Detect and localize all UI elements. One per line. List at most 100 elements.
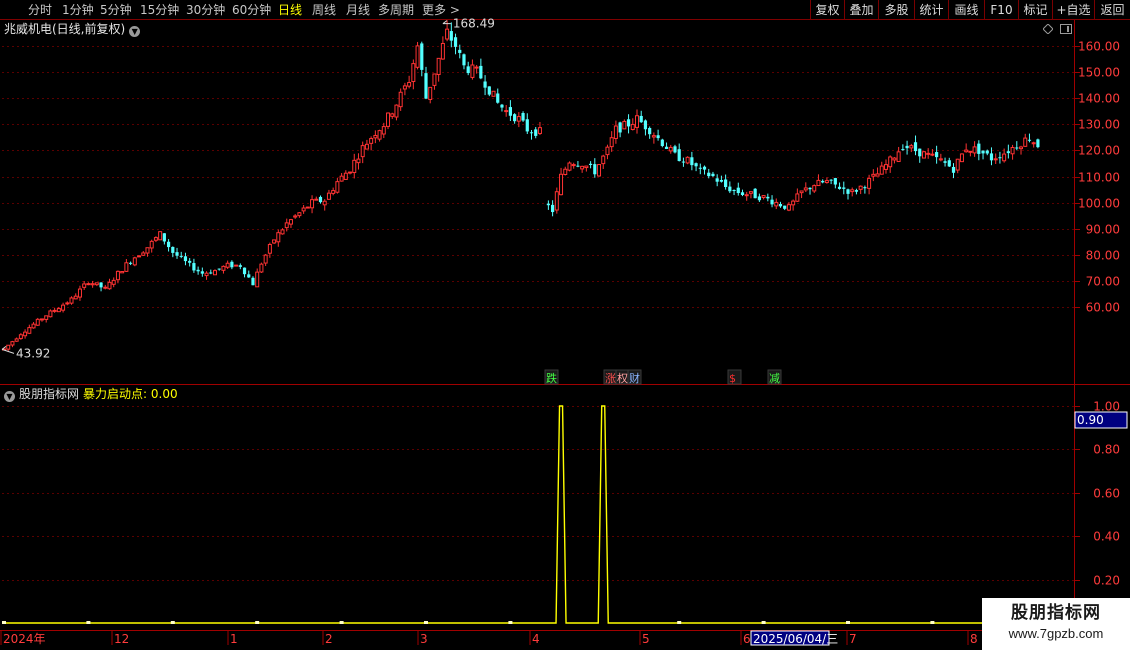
- candle[interactable]: [529, 129, 534, 140]
- candle[interactable]: [1031, 141, 1036, 148]
- candle[interactable]: [407, 75, 412, 89]
- candle[interactable]: [318, 195, 323, 204]
- candle[interactable]: [335, 178, 340, 194]
- candle[interactable]: [381, 122, 386, 139]
- candle[interactable]: [778, 201, 783, 208]
- candle[interactable]: [276, 229, 281, 247]
- candle[interactable]: [288, 218, 293, 228]
- candle[interactable]: [247, 270, 251, 278]
- candle[interactable]: [188, 258, 192, 267]
- candle[interactable]: [398, 88, 403, 111]
- candle[interactable]: [420, 41, 424, 77]
- candle[interactable]: [432, 73, 437, 90]
- candle[interactable]: [213, 269, 217, 276]
- candle[interactable]: [774, 198, 779, 210]
- candle[interactable]: [263, 254, 268, 266]
- candle[interactable]: [918, 148, 922, 163]
- candle[interactable]: [837, 182, 842, 190]
- candle[interactable]: [326, 189, 331, 200]
- candle[interactable]: [673, 144, 677, 154]
- candle[interactable]: [601, 154, 606, 170]
- candle[interactable]: [500, 103, 504, 112]
- candle[interactable]: [364, 139, 369, 150]
- candle[interactable]: [415, 41, 420, 70]
- candle[interactable]: [272, 239, 277, 245]
- candle[interactable]: [943, 157, 947, 167]
- candle[interactable]: [863, 185, 867, 194]
- candle[interactable]: [322, 199, 327, 211]
- candle[interactable]: [981, 150, 985, 160]
- candle[interactable]: [1027, 133, 1032, 143]
- candle[interactable]: [120, 271, 125, 274]
- candle[interactable]: [803, 182, 808, 193]
- candle[interactable]: [947, 157, 951, 167]
- candle[interactable]: [537, 121, 542, 136]
- candle[interactable]: [854, 188, 859, 195]
- candle[interactable]: [613, 120, 618, 144]
- candle[interactable]: [753, 188, 757, 199]
- candle[interactable]: [660, 138, 664, 148]
- candle[interactable]: [65, 301, 70, 306]
- candle[interactable]: [977, 140, 981, 161]
- candle[interactable]: [77, 285, 82, 301]
- candle[interactable]: [783, 205, 787, 211]
- candle[interactable]: [955, 158, 960, 174]
- candle[interactable]: [297, 212, 302, 218]
- candle[interactable]: [926, 148, 931, 159]
- candle[interactable]: [951, 163, 956, 179]
- candle[interactable]: [390, 112, 395, 119]
- candle[interactable]: [402, 82, 407, 96]
- candle[interactable]: [681, 157, 686, 167]
- candle[interactable]: [48, 309, 53, 318]
- candle[interactable]: [812, 184, 817, 194]
- candle[interactable]: [643, 119, 648, 136]
- candle[interactable]: [479, 58, 483, 80]
- candle[interactable]: [293, 214, 298, 219]
- candle[interactable]: [846, 188, 850, 200]
- signal-label[interactable]: 涨: [605, 372, 616, 385]
- candle[interactable]: [824, 177, 829, 184]
- candle[interactable]: [913, 135, 918, 156]
- candle[interactable]: [626, 114, 631, 134]
- candle[interactable]: [799, 190, 804, 199]
- candle[interactable]: [6, 344, 11, 352]
- candle[interactable]: [339, 173, 344, 182]
- candle[interactable]: [597, 164, 602, 177]
- candle[interactable]: [221, 265, 226, 274]
- candle[interactable]: [630, 118, 635, 131]
- chevron-down-icon[interactable]: ▼: [4, 391, 15, 402]
- candle[interactable]: [149, 239, 154, 253]
- candle[interactable]: [563, 166, 568, 176]
- candle[interactable]: [18, 333, 23, 340]
- candle[interactable]: [770, 195, 774, 208]
- candle[interactable]: [487, 86, 491, 97]
- candle[interactable]: [356, 153, 361, 170]
- kline-chart[interactable]: 60.0070.0080.0090.00100.00110.00120.0013…: [0, 0, 1130, 650]
- candle[interactable]: [360, 141, 365, 164]
- candle[interactable]: [10, 340, 15, 348]
- candle[interactable]: [677, 143, 681, 162]
- candle[interactable]: [719, 175, 723, 183]
- candle[interactable]: [61, 302, 66, 313]
- candle[interactable]: [103, 284, 108, 290]
- signal-label[interactable]: 财: [629, 371, 640, 385]
- candle[interactable]: [99, 282, 103, 292]
- candle[interactable]: [888, 155, 893, 173]
- candle[interactable]: [821, 179, 825, 184]
- candle[interactable]: [791, 199, 796, 211]
- candle[interactable]: [86, 282, 91, 286]
- candle[interactable]: [234, 264, 239, 267]
- candle[interactable]: [255, 268, 260, 288]
- candle[interactable]: [238, 263, 242, 270]
- candle[interactable]: [175, 247, 179, 259]
- candle[interactable]: [567, 161, 572, 172]
- candle[interactable]: [875, 167, 880, 177]
- candle[interactable]: [73, 293, 78, 300]
- candle[interactable]: [225, 260, 230, 270]
- candle[interactable]: [242, 267, 247, 278]
- candle[interactable]: [534, 127, 538, 139]
- candle[interactable]: [993, 153, 998, 164]
- candle[interactable]: [377, 129, 382, 142]
- candle[interactable]: [259, 262, 264, 274]
- candle[interactable]: [428, 86, 433, 104]
